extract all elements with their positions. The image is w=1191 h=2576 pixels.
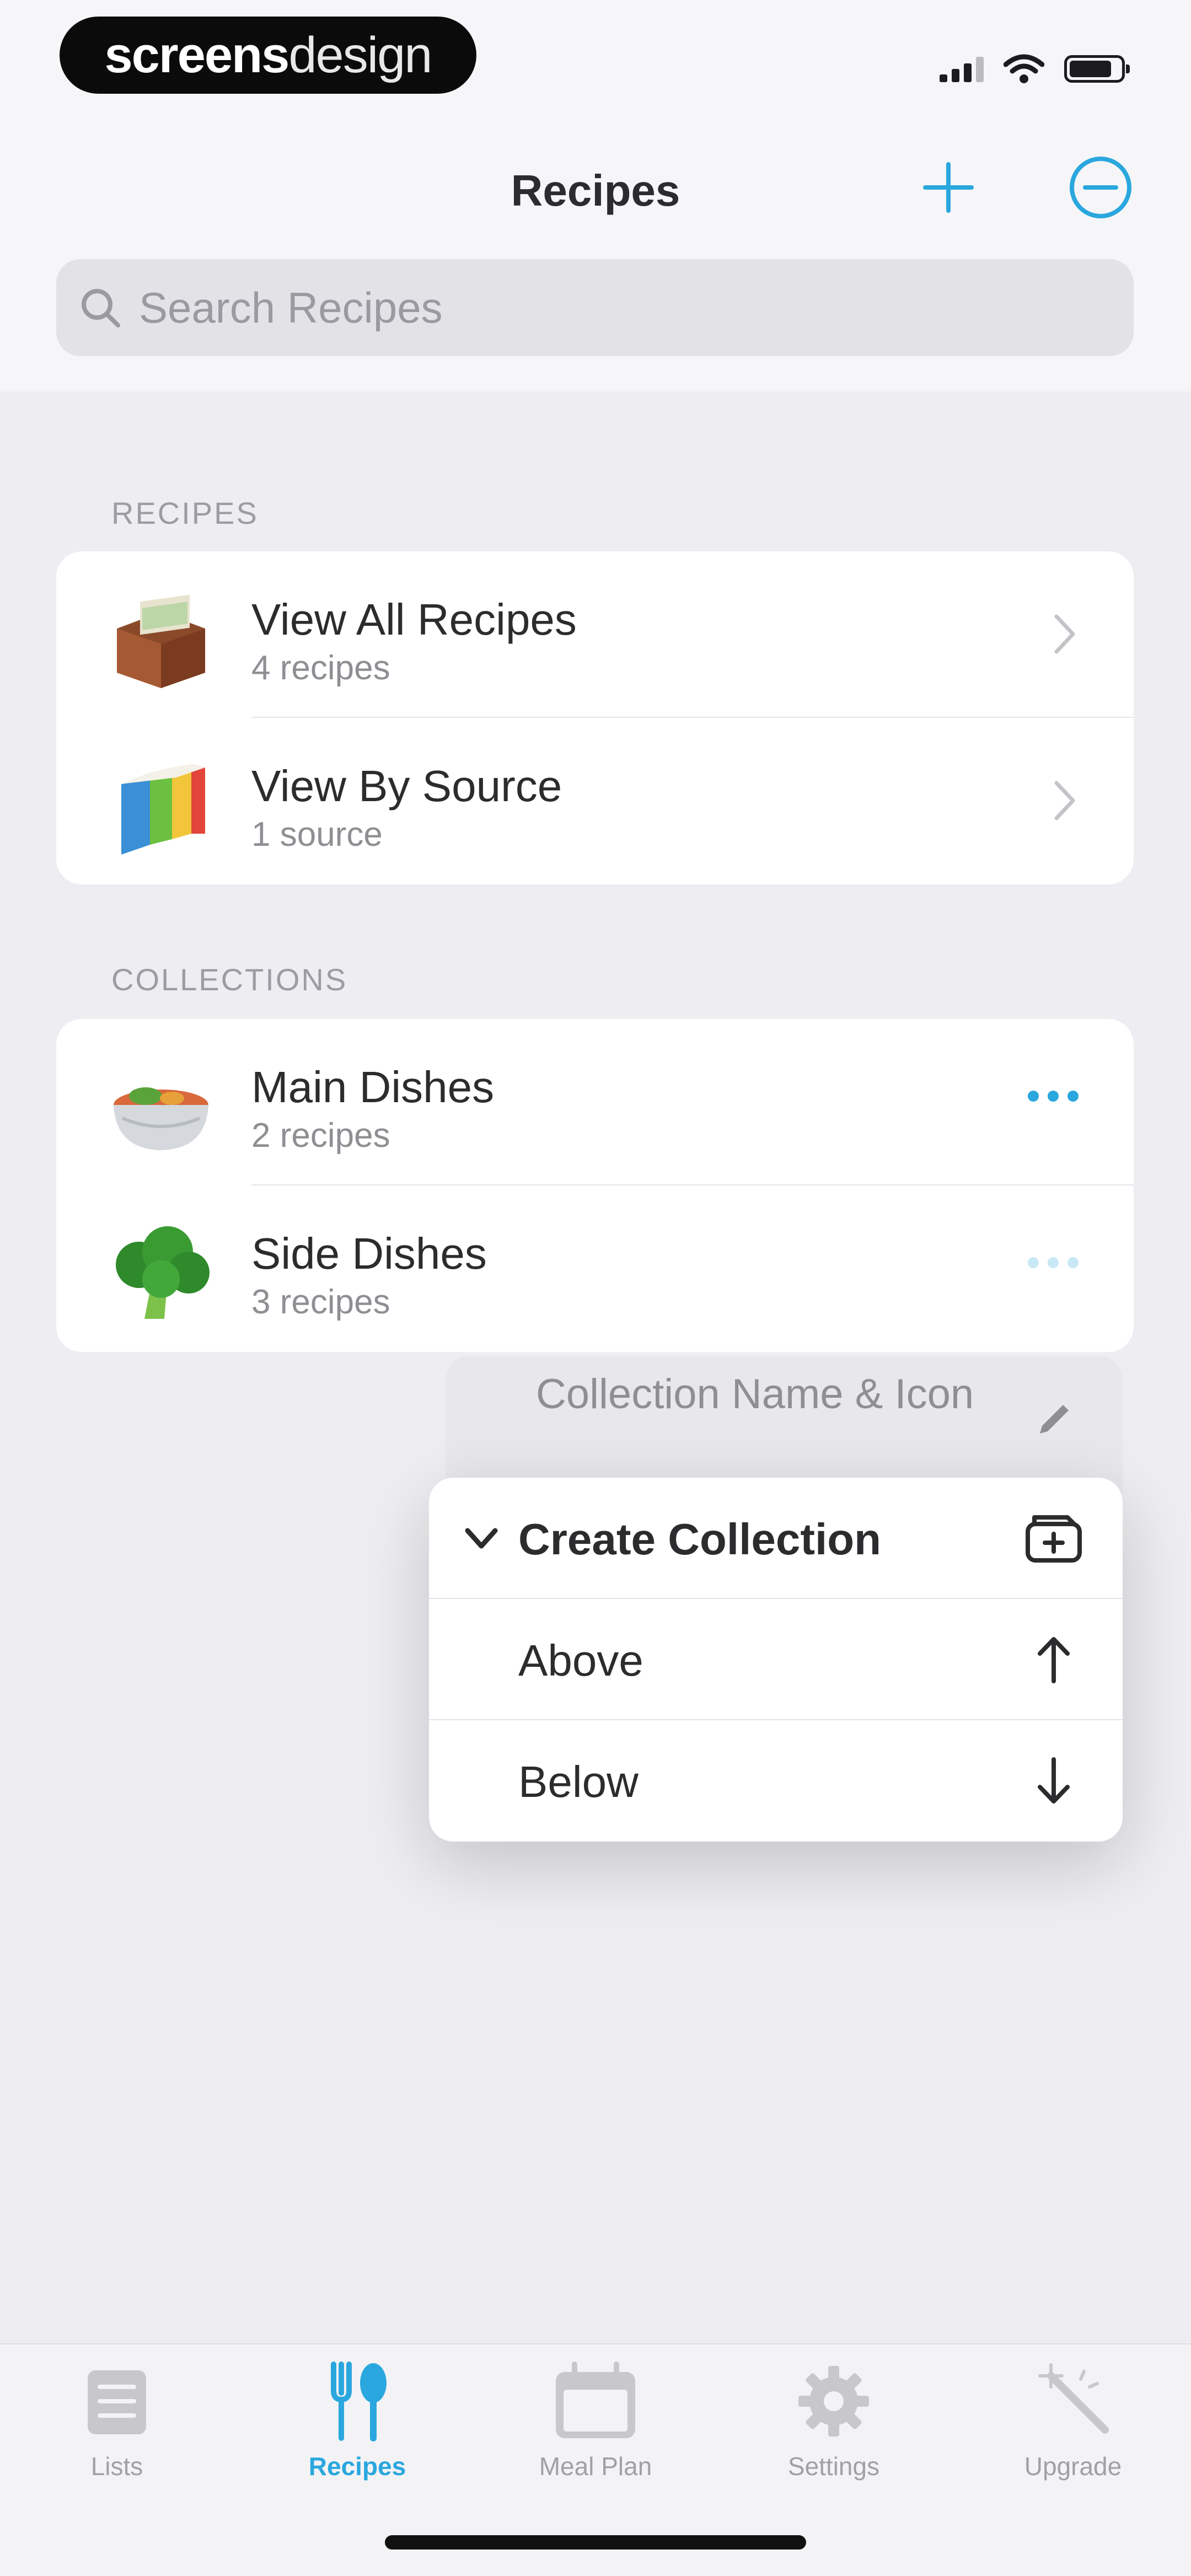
tab-lists[interactable]: Lists xyxy=(34,2354,200,2481)
list-item-main-dishes[interactable]: Main Dishes 2 recipes xyxy=(56,1019,1134,1185)
brand-watermark: screens design xyxy=(60,17,476,94)
search-placeholder: Search Recipes xyxy=(139,283,443,332)
section-header-collections: COLLECTIONS xyxy=(111,962,348,997)
menu-item-label: Collection Name & Icon xyxy=(536,1371,974,1418)
books-icon xyxy=(121,764,205,855)
list-item-side-dishes[interactable]: Side Dishes 3 recipes xyxy=(56,1185,1134,1352)
row-title: View By Source xyxy=(251,761,562,811)
more-dot xyxy=(1028,1257,1039,1268)
list-item-view-by-source[interactable]: View By Source 1 source xyxy=(56,718,1134,884)
calendar-icon xyxy=(513,2354,678,2448)
row-title: Main Dishes xyxy=(251,1062,495,1112)
menu-item-label: Below xyxy=(518,1757,639,1806)
home-indicator[interactable] xyxy=(385,2535,806,2550)
recipe-box-icon xyxy=(117,594,205,688)
search-input[interactable]: Search Recipes xyxy=(56,259,1134,356)
list-item-view-all-recipes[interactable]: View All Recipes 4 recipes xyxy=(56,551,1134,718)
row-subtitle: 4 recipes xyxy=(251,649,390,687)
wifi-icon xyxy=(1004,54,1044,83)
tab-settings[interactable]: Settings xyxy=(751,2354,916,2481)
tab-upgrade[interactable]: Upgrade xyxy=(990,2354,1156,2481)
arrow-down-icon xyxy=(1023,1751,1084,1811)
context-menu: Create Collection Above Below xyxy=(429,1478,1123,1842)
more-dot xyxy=(1048,1091,1059,1102)
search-icon xyxy=(82,289,120,328)
folder-plus-icon xyxy=(1023,1508,1084,1569)
signal-icon xyxy=(940,56,984,82)
more-dot xyxy=(1028,1091,1039,1102)
broccoli-icon xyxy=(116,1226,210,1319)
magic-wand-icon xyxy=(990,2354,1156,2448)
menu-item-label: Above xyxy=(518,1636,643,1685)
fork-spoon-icon xyxy=(275,2354,440,2448)
chevron-right-icon xyxy=(1054,781,1075,820)
row-subtitle: 3 recipes xyxy=(251,1283,390,1321)
section-header-recipes: RECIPES xyxy=(111,496,259,530)
chevron-down-icon xyxy=(465,1528,498,1549)
row-subtitle: 2 recipes xyxy=(251,1117,390,1155)
tab-label: Lists xyxy=(90,2452,143,2481)
battery-icon xyxy=(1064,55,1130,83)
row-title: Side Dishes xyxy=(251,1229,487,1278)
menu-item-label: Create Collection xyxy=(518,1515,881,1564)
more-dot xyxy=(1048,1257,1059,1268)
minus-circle-icon xyxy=(1070,157,1131,218)
tab-meal-plan[interactable]: Meal Plan xyxy=(513,2354,678,2481)
page-title: Recipes xyxy=(511,166,680,215)
pencil-icon xyxy=(1040,1405,1069,1434)
chevron-right-icon xyxy=(1054,614,1075,654)
tab-label: Recipes xyxy=(308,2452,406,2481)
row-subtitle: 1 source xyxy=(251,815,383,854)
more-button[interactable] xyxy=(1028,1257,1079,1268)
tab-label: Meal Plan xyxy=(539,2452,652,2481)
status-icons xyxy=(940,50,1130,88)
arrow-up-icon xyxy=(1023,1629,1084,1690)
brand-text-bold: screens xyxy=(104,26,290,83)
row-title: View All Recipes xyxy=(251,595,577,644)
list-icon xyxy=(34,2354,200,2448)
menu-item-above[interactable]: Above xyxy=(429,1599,1123,1720)
collections-card: Main Dishes 2 recipes Side Dishes 3 reci… xyxy=(56,1019,1134,1352)
tab-label: Upgrade xyxy=(1024,2452,1122,2481)
curry-bowl-icon xyxy=(114,1087,208,1150)
plus-icon xyxy=(923,162,974,213)
brand-text-light: design xyxy=(288,26,432,83)
edit-button[interactable] xyxy=(1067,154,1134,221)
menu-item-below[interactable]: Below xyxy=(429,1720,1123,1842)
add-button[interactable] xyxy=(915,154,981,221)
more-dot xyxy=(1067,1091,1079,1102)
gear-icon xyxy=(751,2354,916,2448)
menu-item-create-collection[interactable]: Create Collection xyxy=(429,1478,1123,1599)
recipes-card: View All Recipes 4 recipes View By Sourc… xyxy=(56,551,1134,884)
more-dot xyxy=(1067,1257,1079,1268)
tab-recipes[interactable]: Recipes xyxy=(275,2354,440,2481)
more-button[interactable] xyxy=(1028,1091,1079,1102)
tab-label: Settings xyxy=(787,2452,880,2481)
